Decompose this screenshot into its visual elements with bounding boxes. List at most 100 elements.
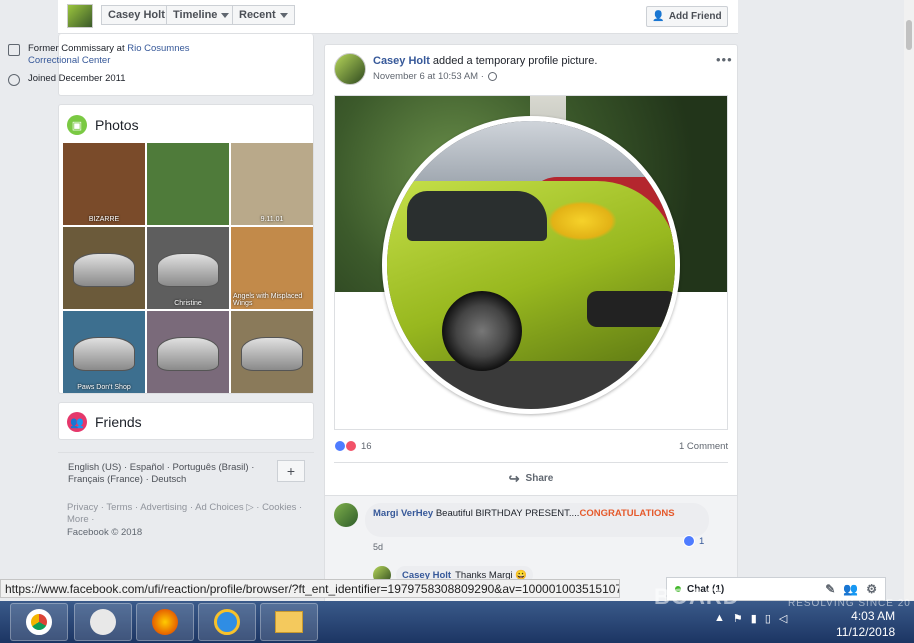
chevron-down-icon [279, 12, 288, 18]
photo-tile[interactable]: 9.11.01 [231, 143, 313, 225]
love-reaction-icon [345, 440, 357, 452]
clock-icon [8, 74, 20, 86]
comment-bubble: Margi VerHey Beautiful BIRTHDAY PRESENT.… [365, 503, 709, 537]
clock-time: 4:03 AM [851, 609, 896, 623]
joined-row: Joined December 2011 [8, 73, 126, 86]
photo-tile[interactable]: Christine [147, 227, 229, 309]
folder-icon [275, 611, 303, 633]
post-image[interactable] [334, 95, 728, 430]
compose-icon[interactable]: ✎ [825, 582, 835, 596]
comment-like-number: 1 [699, 535, 705, 547]
chrome-icon [26, 609, 52, 635]
comment-like-count[interactable]: 1 [683, 535, 704, 547]
gear-icon[interactable]: ⚙ [866, 582, 877, 596]
gift-bow [547, 201, 617, 241]
profile-picture-circle [382, 116, 680, 414]
post-author-avatar[interactable] [334, 53, 366, 85]
network-icon[interactable]: ▮ [751, 612, 757, 625]
share-button[interactable]: ↪ Share [334, 462, 728, 494]
globe-icon [487, 72, 497, 81]
photos-header[interactable]: ▣ Photos [67, 115, 139, 135]
recent-label: Recent [239, 9, 276, 21]
briefcase-icon [8, 44, 20, 56]
ie-taskbar-button[interactable] [198, 603, 256, 641]
car-grille [587, 291, 675, 327]
internet-explorer-icon [214, 609, 240, 635]
watermark-logo: BOARD [654, 584, 740, 609]
photo-tile[interactable] [231, 311, 313, 393]
paint-taskbar-button[interactable] [74, 603, 132, 641]
group-icon[interactable]: 👥 [843, 582, 858, 596]
post-meta: November 6 at 10:53 AM · [373, 71, 497, 82]
photo-caption [270, 389, 274, 393]
photo-tile[interactable]: Angels with Misplaced Wings [231, 227, 313, 309]
post-timestamp[interactable]: November 6 at 10:53 AM · [373, 71, 484, 82]
work-text: Former Commissary at Rio Cosumnes Correc… [28, 43, 208, 67]
joined-text: Joined December 2011 [28, 73, 126, 84]
explorer-taskbar-button[interactable] [260, 603, 318, 641]
reaction-count: 16 [361, 440, 372, 452]
friends-title: Friends [95, 414, 142, 430]
battery-icon[interactable]: ▯ [765, 612, 771, 625]
languages-list[interactable]: English (US) · Español · Português (Bras… [68, 462, 268, 486]
post-options-button[interactable]: ••• [716, 52, 733, 67]
profile-name-label: Casey Holt [108, 9, 165, 21]
profile-thumbnail[interactable] [67, 4, 93, 28]
photo-tile[interactable]: BIZARRE [63, 143, 145, 225]
scrollbar-thumb[interactable] [906, 20, 912, 50]
photos-title: Photos [95, 117, 139, 133]
reactions-summary[interactable]: 16 [334, 440, 372, 452]
photo-tile[interactable] [147, 311, 229, 393]
volume-icon[interactable]: ◁ [779, 612, 787, 625]
chevron-down-icon [221, 12, 230, 18]
taskbar-clock[interactable]: 4:03 AM 11/12/2018 [836, 608, 895, 640]
work-prefix: Former Commissary at [28, 43, 128, 54]
comment-count-link[interactable]: 1 Comment [679, 441, 728, 452]
footer: Privacy · Terms · Advertising · Ad Choic… [67, 502, 317, 539]
clock-date: 11/12/2018 [836, 625, 896, 639]
photo-caption: 9.11.01 [260, 216, 284, 223]
photo-caption [102, 305, 106, 309]
chat-tools: ✎ 👥 ⚙ [825, 582, 877, 596]
system-tray: ▲ ⚑ ▮ ▯ ◁ [714, 612, 787, 625]
commenter-avatar[interactable] [334, 503, 358, 527]
work-row: Former Commissary at Rio Cosumnes Correc… [8, 43, 208, 67]
add-friend-icon: 👤 [652, 11, 665, 22]
comment-text: Beautiful BIRTHDAY PRESENT.... [433, 508, 580, 519]
footer-copyright: Facebook © 2018 [67, 527, 143, 538]
chevron-up-icon[interactable]: ▲ [714, 612, 725, 625]
photo-grid: BIZARRE 9.11.01 Christine Angels with Mispl… [63, 143, 313, 393]
profile-name-button[interactable]: Casey Holt [101, 5, 172, 25]
footer-links[interactable]: Privacy · Terms · Advertising · Ad Choic… [67, 502, 317, 526]
photo-caption [186, 221, 190, 225]
photo-tile[interactable]: Paws Don't Shop [63, 311, 145, 393]
scissors-icon [90, 609, 116, 635]
add-language-button[interactable]: + [277, 460, 305, 482]
comment-highlight: CONGRATULATIONS [579, 508, 675, 519]
photo-tile[interactable] [147, 143, 229, 225]
friends-icon: 👥 [67, 412, 87, 432]
friends-header[interactable]: 👥 Friends [67, 412, 142, 432]
chrome-taskbar-button[interactable] [10, 603, 68, 641]
recent-dropdown[interactable]: Recent [232, 5, 295, 25]
share-label: Share [525, 473, 554, 484]
timeline-dropdown[interactable]: Timeline [166, 5, 237, 25]
photo-caption: Paws Don't Shop [77, 384, 131, 391]
firefox-taskbar-button[interactable] [136, 603, 194, 641]
comment-author-link[interactable]: Margi VerHey [373, 508, 433, 519]
add-friend-label: Add Friend [668, 11, 722, 22]
photo-caption: Angels with Misplaced Wings [233, 293, 303, 307]
photo-tile[interactable] [63, 227, 145, 309]
photos-icon: ▣ [67, 115, 87, 135]
photos-card: ▣ Photos BIZARRE 9.11.01 Christine Angels w… [58, 104, 314, 394]
flag-icon[interactable]: ⚑ [733, 612, 743, 625]
languages-section: English (US) · Español · Português (Bras… [58, 452, 314, 494]
timeline-label: Timeline [173, 9, 218, 21]
car-windshield [407, 191, 547, 241]
add-friend-button[interactable]: 👤 Add Friend [646, 6, 728, 27]
photo-caption: BIZARRE [88, 216, 120, 223]
page-scrollbar[interactable] [904, 0, 914, 600]
photo-caption [186, 389, 190, 393]
post-author-link[interactable]: Casey Holt [373, 55, 430, 67]
comment-timestamp[interactable]: 5d [373, 542, 383, 552]
